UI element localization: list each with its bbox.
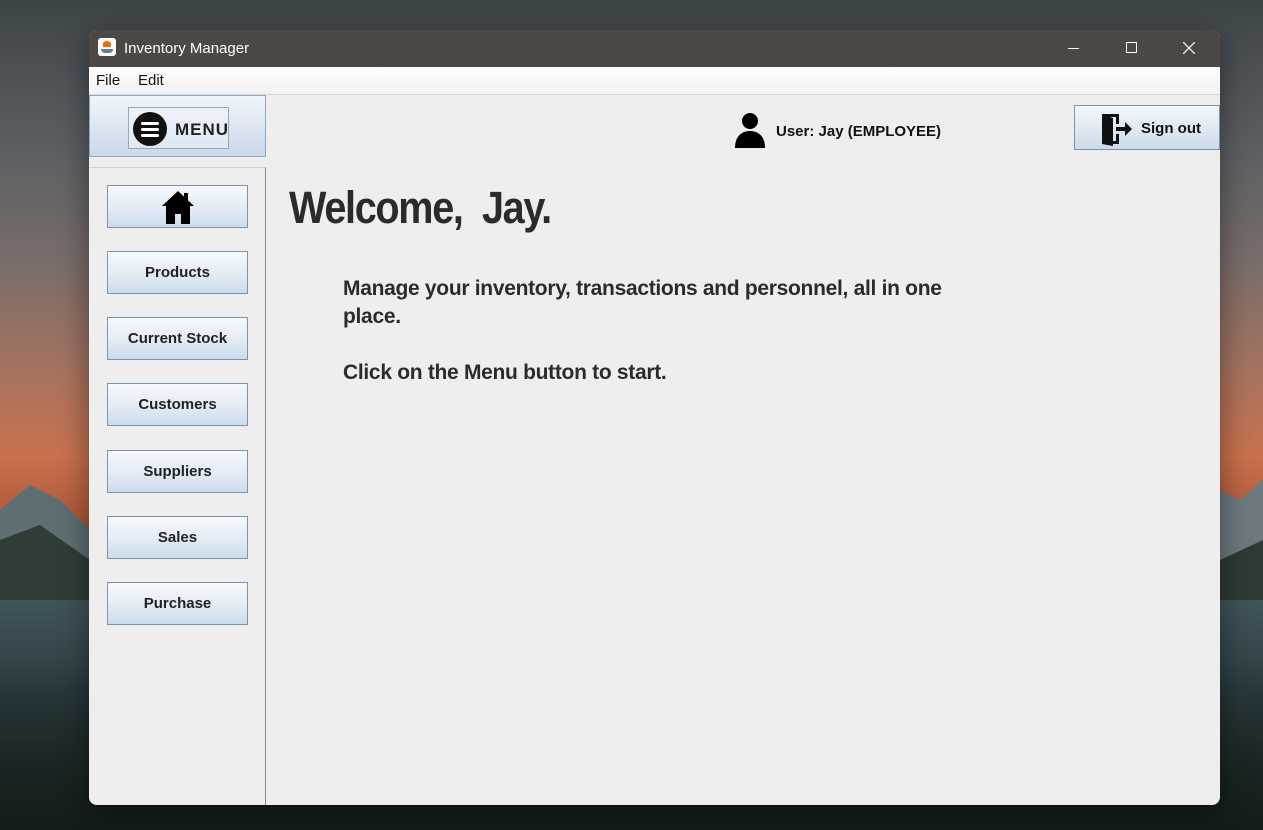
exit-door-icon bbox=[1102, 114, 1132, 146]
sidebar-item-current-stock[interactable]: Current Stock bbox=[107, 317, 248, 360]
welcome-heading: Welcome, Jay. bbox=[289, 182, 552, 233]
java-app-icon bbox=[98, 38, 116, 56]
close-icon bbox=[1183, 42, 1195, 54]
home-button[interactable] bbox=[107, 185, 248, 228]
sidebar-item-suppliers[interactable]: Suppliers bbox=[107, 450, 248, 493]
menu-toggle-button[interactable]: MENU bbox=[128, 107, 229, 149]
sign-out-button[interactable]: Sign out bbox=[1074, 105, 1220, 150]
close-button[interactable] bbox=[1160, 30, 1218, 67]
menu-edit[interactable]: Edit bbox=[138, 72, 164, 89]
minimize-button[interactable] bbox=[1044, 30, 1102, 67]
sidebar: Products Current Stock Customers Supplie… bbox=[89, 167, 266, 805]
app-window: Inventory Manager File Edit MENU User: J… bbox=[89, 30, 1220, 805]
menu-toggle-label: MENU bbox=[175, 120, 230, 139]
sidebar-item-sales[interactable]: Sales bbox=[107, 516, 248, 559]
hamburger-icon bbox=[133, 112, 167, 146]
maximize-button[interactable] bbox=[1102, 30, 1160, 67]
window-title: Inventory Manager bbox=[124, 40, 250, 57]
sidebar-item-customers[interactable]: Customers bbox=[107, 383, 248, 426]
home-icon bbox=[162, 191, 194, 224]
menu-file[interactable]: File bbox=[96, 72, 120, 89]
title-bar[interactable]: Inventory Manager bbox=[89, 30, 1220, 67]
sign-out-label: Sign out bbox=[1141, 120, 1201, 137]
sidebar-item-purchase[interactable]: Purchase bbox=[107, 582, 248, 625]
start-hint: Click on the Menu button to start. bbox=[343, 361, 667, 384]
welcome-description: Manage your inventory, transactions and … bbox=[343, 277, 942, 328]
user-label: User: Jay (EMPLOYEE) bbox=[776, 123, 942, 140]
user-icon bbox=[735, 113, 765, 148]
user-info: User: Jay (EMPLOYEE) bbox=[734, 110, 994, 150]
sidebar-item-products[interactable]: Products bbox=[107, 251, 248, 294]
menu-toggle-panel: MENU bbox=[89, 95, 266, 157]
menu-bar: File Edit bbox=[89, 67, 1220, 95]
